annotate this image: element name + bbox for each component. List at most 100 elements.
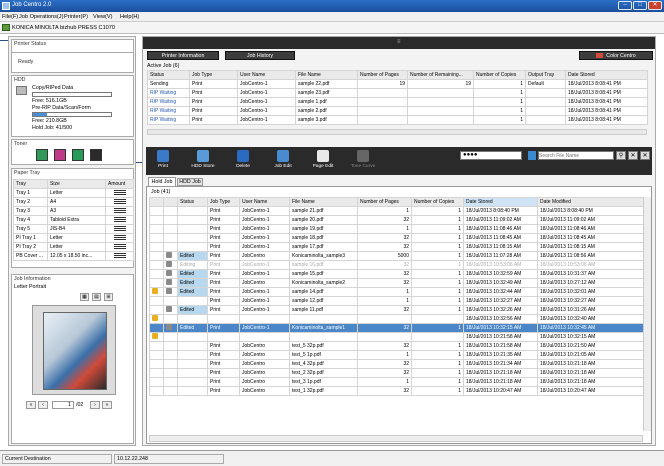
hold-job-row[interactable]: Edited Print JobCentro-1 sample 15.pdf 32 1 18… <box>149 269 644 279</box>
hold-col-header[interactable] <box>149 197 164 207</box>
hold-col-header[interactable]: User Name <box>239 197 290 207</box>
tray-row[interactable]: Tray 5 JIS-B4 <box>13 224 134 234</box>
job-history-button[interactable]: Job History <box>225 51 295 60</box>
tray-row[interactable]: Tray 2 A4 <box>13 197 134 207</box>
tab-hold-job[interactable]: Hold Job <box>148 177 176 186</box>
col-amount[interactable]: Amount <box>105 179 134 189</box>
hold-col-header[interactable] <box>163 197 178 207</box>
prev-page-button[interactable]: ‹ <box>38 401 48 409</box>
active-col-header[interactable]: File Name <box>295 70 358 80</box>
hold-col-header[interactable]: File Name <box>289 197 358 207</box>
hold-job-row[interactable]: Print JobCentro test_5 1p.pdf 1 1 18/Jul/2013… <box>149 350 644 360</box>
hold-job-row[interactable]: Print JobCentro-1 sample 21.pdf 1 1 18/Jul/20… <box>149 206 644 216</box>
search-icon[interactable]: ⚲ <box>616 151 626 160</box>
thumbnail-view-icon[interactable]: ▦ <box>80 293 89 301</box>
active-job-row[interactable]: Sending Print JobCentro-1 sample 22.pdf 19 19… <box>147 79 648 89</box>
hold-job-row[interactable]: 18/Jul/2013 10:32:56 AM 18/Jul/2013 10:32… <box>149 314 644 324</box>
hold-job-row[interactable]: Print JobCentro-1 sample 19.pdf 1 1 18/Jul/20… <box>149 224 644 234</box>
active-col-header[interactable]: Output Tray <box>525 70 566 80</box>
paper-amount-icon <box>113 199 126 205</box>
close-button[interactable]: ✕ <box>648 1 662 10</box>
hold-col-header[interactable]: Number of Copies <box>411 197 464 207</box>
color-centro-button[interactable]: Color Centro <box>579 51 653 60</box>
print-button[interactable]: Print <box>150 150 176 169</box>
hold-job-row[interactable]: Edited Print JobCentro Konicaminolta_sample… <box>149 251 644 261</box>
active-col-header[interactable]: Job Type <box>189 70 238 80</box>
search-input[interactable] <box>538 151 614 160</box>
hold-job-row[interactable]: Print JobCentro-1 sample 20.pdf 32 1 18/Jul/2… <box>149 215 644 225</box>
zoom-icon[interactable]: ⊞ <box>104 293 113 301</box>
printer-information-button[interactable]: Printer Information <box>147 51 219 60</box>
hold-job-row[interactable]: Print JobCentro-1 sample 17.pdf 32 1 18/Jul/2… <box>149 242 644 252</box>
active-col-header[interactable]: Number of Pages <box>357 70 408 80</box>
active-job-scrollbar[interactable] <box>147 129 647 135</box>
hold-job-cell: 18/Jul/2013 10:32:15 AM <box>463 323 538 333</box>
menu-help[interactable]: Help(H) <box>120 14 139 20</box>
page-number-input[interactable]: 1 <box>52 401 74 409</box>
hold-col-header[interactable]: Status <box>177 197 208 207</box>
delete-button[interactable]: Delete <box>230 150 256 169</box>
hold-job-row[interactable]: Editing Print JobCentro-1 sample 16.pdf 32 1 1… <box>149 260 644 270</box>
hold-job-row[interactable]: Edited Print JobCentro-1 Konicaminolta_samp… <box>149 323 644 333</box>
horizontal-scrollbar[interactable] <box>149 435 643 442</box>
active-job-row[interactable]: RIP Waiting Print JobCentro-1 sample 2.pdf 1… <box>147 106 648 116</box>
hold-job-cell: test_5 32p.pdf <box>289 341 358 351</box>
hold-job-cell: 5000 <box>357 251 412 261</box>
hold-job-row[interactable]: Print JobCentro test_2 32p.pdf 32 1 18/Jul/20… <box>149 368 644 378</box>
tray-amount-icon <box>105 188 134 198</box>
hold-job-row[interactable]: Edited Print JobCentro Konicaminolta_sample… <box>149 278 644 288</box>
page-edit-button[interactable]: Page Edit <box>310 150 336 169</box>
device-name[interactable]: KONICA MINOLTA bizhub PRESS C1070 <box>12 25 115 31</box>
filter-icon[interactable]: ✕ <box>628 151 638 160</box>
hold-col-header[interactable]: Date Stored <box>463 197 538 207</box>
tray-row[interactable]: PI Tray 2 Letter <box>13 242 134 252</box>
menu-view[interactable]: View(V) <box>93 14 112 20</box>
col-size[interactable]: Size <box>47 179 106 189</box>
minimize-button[interactable]: – <box>618 1 632 10</box>
tone-curve-button[interactable]: Tone Curve <box>350 150 376 169</box>
hold-job-row[interactable]: Edited Print JobCentro-1 sample 14.pdf 1 1 18/… <box>149 287 644 297</box>
next-page-button[interactable]: › <box>90 401 100 409</box>
active-col-header[interactable]: Date Stored <box>565 70 648 80</box>
tab-hdd-job[interactable]: HDD Job <box>177 178 203 186</box>
hold-job-row[interactable]: 18/Jul/2013 10:21:58 AM 18/Jul/2013 10:32… <box>149 332 644 342</box>
active-col-header[interactable]: User Name <box>237 70 296 80</box>
hold-job-row[interactable]: Edited Print JobCentro-1 sample 11.pdf 32 1 18… <box>149 305 644 315</box>
page-view-icon[interactable]: ▤ <box>92 293 101 301</box>
first-page-button[interactable]: « <box>26 401 36 409</box>
active-job-row[interactable]: RIP Waiting Print JobCentro-1 sample 23.pdf… <box>147 88 648 98</box>
last-page-button[interactable]: » <box>102 401 112 409</box>
hold-job-row[interactable]: Print JobCentro test_1 32p.pdf 32 1 18/Jul/20… <box>149 386 644 396</box>
grip-icon[interactable]: ≡ <box>397 39 405 45</box>
active-col-header[interactable]: Number of Copies <box>473 70 526 80</box>
col-tray[interactable]: Tray <box>13 179 48 189</box>
active-col-header[interactable]: Status <box>147 70 190 80</box>
maximize-button[interactable]: □ <box>633 1 647 10</box>
hold-job-row[interactable]: Print JobCentro test_3 1p.pdf 1 1 18/Jul/2013… <box>149 377 644 387</box>
vertical-scrollbar[interactable] <box>643 197 651 431</box>
tray-row[interactable]: PI Tray 1 Letter <box>13 233 134 243</box>
hold-col-header[interactable]: Number of Pages <box>357 197 412 207</box>
tray-row[interactable]: PB Cover ... 12.05 x 18.50 inc... <box>13 251 134 261</box>
hold-job-row[interactable]: Print JobCentro test_4 32p.pdf 32 1 18/Jul/20… <box>149 359 644 369</box>
hold-job-cell <box>177 215 208 225</box>
menu-printer[interactable]: Printer(P) <box>64 14 88 20</box>
tray-row[interactable]: Tray 4 Tabloid Extra <box>13 215 134 225</box>
active-col-header[interactable]: Number of Remaining... <box>407 70 474 80</box>
password-field[interactable]: ●●●● <box>460 151 522 160</box>
menu-job-operations[interactable]: Job Operations(J) <box>19 14 63 20</box>
hold-job-row[interactable]: Print JobCentro-1 sample 18.pdf 32 1 18/Jul/2… <box>149 233 644 243</box>
tray-row[interactable]: Tray 3 A3 <box>13 206 134 216</box>
clear-icon[interactable]: ✕ <box>640 151 650 160</box>
active-job-row[interactable]: RIP Waiting Print JobCentro-1 sample 3.pdf 1… <box>147 115 648 125</box>
hold-col-header[interactable]: Job Type <box>207 197 240 207</box>
hold-col-header[interactable]: Date Modified <box>537 197 644 207</box>
hold-job-row[interactable]: Print JobCentro-1 sample 12.pdf 1 1 18/Jul/20… <box>149 296 644 306</box>
folder-icon[interactable] <box>528 151 536 160</box>
hold-job-row[interactable]: Print JobCentro test_5 32p.pdf 32 1 18/Jul/20… <box>149 341 644 351</box>
job-edit-button[interactable]: Job Edit <box>270 150 296 169</box>
active-job-row[interactable]: RIP Waiting Print JobCentro-1 sample 1.pdf 1… <box>147 97 648 107</box>
tray-row[interactable]: Tray 1 Letter <box>13 188 134 198</box>
hdd-store-button[interactable]: HDD Store <box>190 150 216 169</box>
menu-file[interactable]: File(F) <box>2 14 18 20</box>
